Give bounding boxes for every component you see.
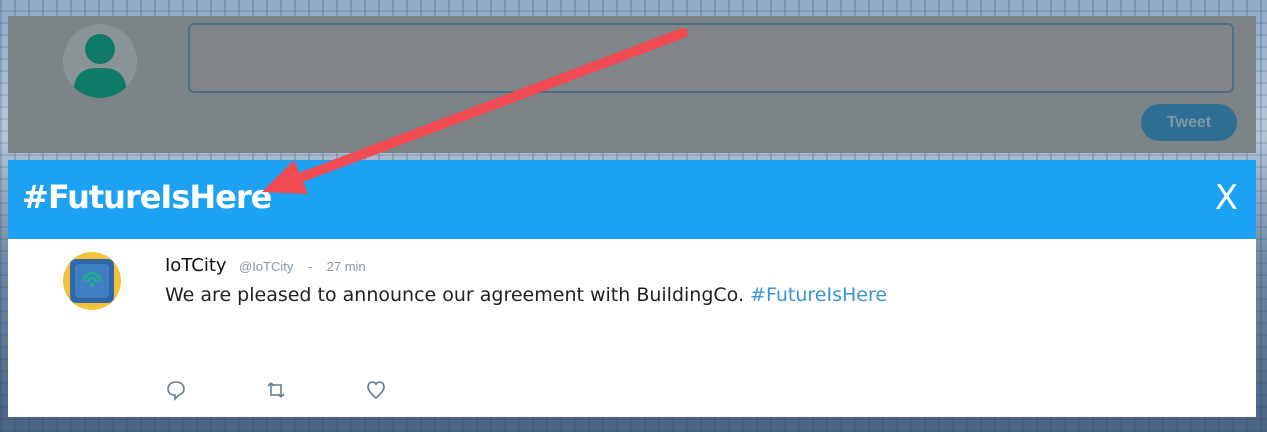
annotation-arrow: [262, 28, 688, 194]
